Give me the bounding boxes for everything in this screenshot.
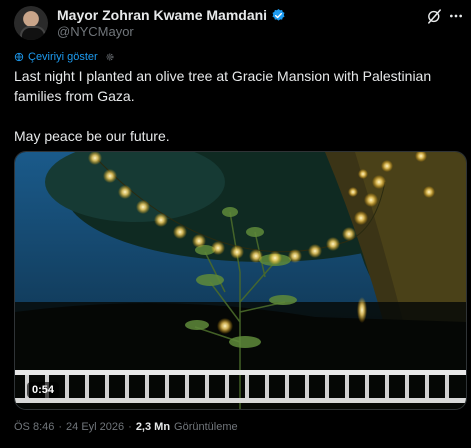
video-duration: 0:54: [27, 382, 60, 398]
avatar[interactable]: [14, 6, 48, 40]
author-handle[interactable]: @NYCMayor: [57, 24, 134, 39]
meta-separator: ·: [58, 421, 63, 433]
tweet-time[interactable]: ÖS 8:46: [14, 421, 54, 433]
translate-row: Çeviriyi göster: [14, 51, 115, 63]
more-icon[interactable]: [446, 6, 466, 26]
tweet-date[interactable]: 24 Eyl 2026: [66, 421, 124, 433]
grok-icon[interactable]: [424, 6, 444, 26]
video-player[interactable]: 0:54: [14, 151, 467, 410]
gear-icon[interactable]: [105, 52, 115, 62]
verified-badge-icon: [272, 8, 285, 21]
author-row: Mayor Zohran Kwame Mamdani: [57, 7, 286, 23]
tweet-text: Last night I planted an olive tree at Gr…: [14, 68, 432, 144]
translate-link[interactable]: Çeviriyi göster: [28, 51, 98, 63]
views-count: 2,3 Mn: [135, 421, 171, 433]
video-thumbnail: [15, 152, 466, 409]
globe-icon: [14, 52, 24, 62]
tweet-meta: ÖS 8:46 · 24 Eyl 2026 · 2,3 Mn Görüntüle…: [14, 421, 238, 433]
author-name[interactable]: Mayor Zohran Kwame Mamdani: [57, 7, 267, 23]
views-label: Görüntüleme: [174, 421, 238, 433]
meta-separator: ·: [128, 421, 132, 433]
